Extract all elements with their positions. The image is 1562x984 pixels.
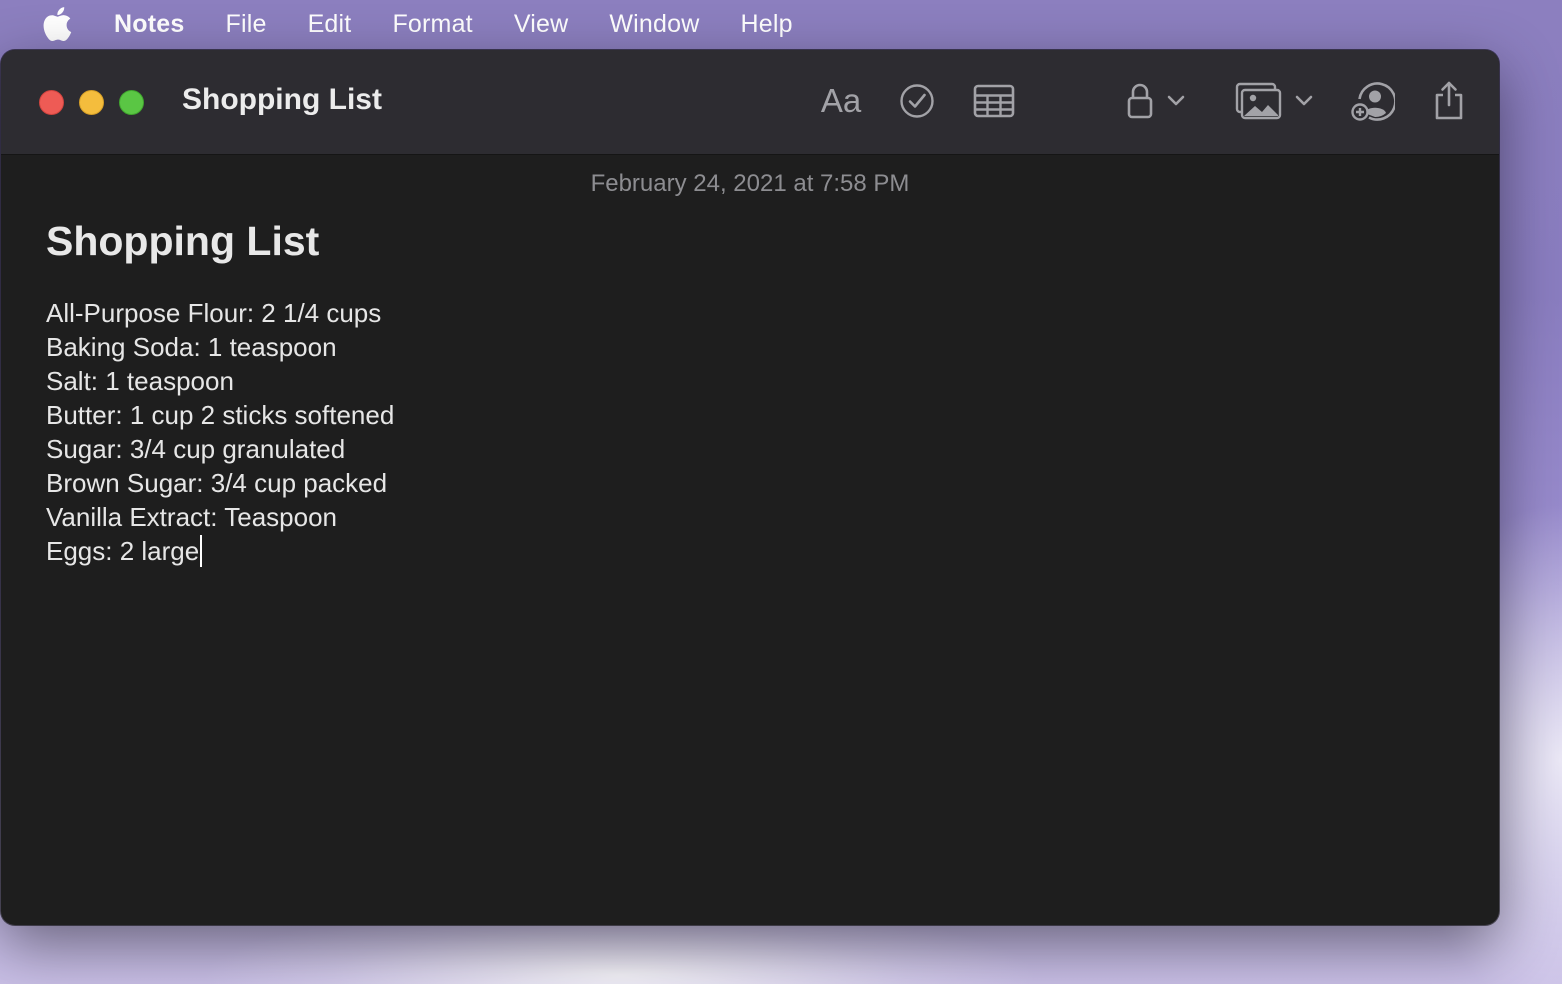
text-cursor xyxy=(200,535,203,568)
window-toolbar: Shopping List Aa xyxy=(1,50,1499,155)
close-button[interactable] xyxy=(39,90,64,115)
lock-icon xyxy=(1127,83,1153,119)
zoom-button[interactable] xyxy=(119,90,144,115)
note-line-text[interactable]: Eggs: 2 large xyxy=(46,536,199,566)
lock-button[interactable] xyxy=(1121,78,1191,124)
table-button[interactable] xyxy=(971,78,1017,124)
checklist-icon xyxy=(900,84,934,118)
note-body[interactable]: All-Purpose Flour: 2 1/4 cups Baking Sod… xyxy=(46,296,394,568)
note-line[interactable]: Vanilla Extract: Teaspoon xyxy=(46,500,394,534)
window-title: Shopping List xyxy=(182,83,382,116)
apple-logo-icon[interactable] xyxy=(40,6,74,42)
checklist-button[interactable] xyxy=(895,78,939,124)
menu-notes[interactable]: Notes xyxy=(114,10,184,39)
chevron-down-icon xyxy=(1167,95,1185,106)
share-button[interactable] xyxy=(1425,78,1473,124)
table-icon xyxy=(973,84,1015,118)
media-icon xyxy=(1235,82,1282,120)
note-line[interactable]: Butter: 1 cup 2 sticks softened xyxy=(46,398,394,432)
note-line-last[interactable]: Eggs: 2 large xyxy=(46,534,394,568)
minimize-button[interactable] xyxy=(79,90,104,115)
menu-help[interactable]: Help xyxy=(741,10,793,39)
menu-file[interactable]: File xyxy=(225,10,266,39)
notes-window: Shopping List Aa February 24, 2021 at 7:… xyxy=(1,50,1499,925)
note-heading[interactable]: Shopping List xyxy=(46,218,319,265)
note-line[interactable]: Brown Sugar: 3/4 cup packed xyxy=(46,466,394,500)
menu-window[interactable]: Window xyxy=(609,10,699,39)
add-people-icon xyxy=(1351,82,1395,121)
note-line[interactable]: Salt: 1 teaspoon xyxy=(46,364,394,398)
chevron-down-icon xyxy=(1295,95,1313,106)
format-label: Aa xyxy=(820,82,862,119)
menu-edit[interactable]: Edit xyxy=(308,10,352,39)
menu-view[interactable]: View xyxy=(514,10,569,39)
note-line[interactable]: Baking Soda: 1 teaspoon xyxy=(46,330,394,364)
media-button[interactable] xyxy=(1233,78,1317,124)
format-button[interactable]: Aa xyxy=(813,78,869,124)
menu-format[interactable]: Format xyxy=(392,10,472,39)
note-line[interactable]: All-Purpose Flour: 2 1/4 cups xyxy=(46,296,394,330)
add-people-button[interactable] xyxy=(1347,78,1399,124)
share-icon xyxy=(1435,81,1463,120)
menu-bar: Notes File Edit Format View Window Help xyxy=(0,0,1562,48)
note-date: February 24, 2021 at 7:58 PM xyxy=(590,170,910,197)
note-line[interactable]: Sugar: 3/4 cup granulated xyxy=(46,432,394,466)
